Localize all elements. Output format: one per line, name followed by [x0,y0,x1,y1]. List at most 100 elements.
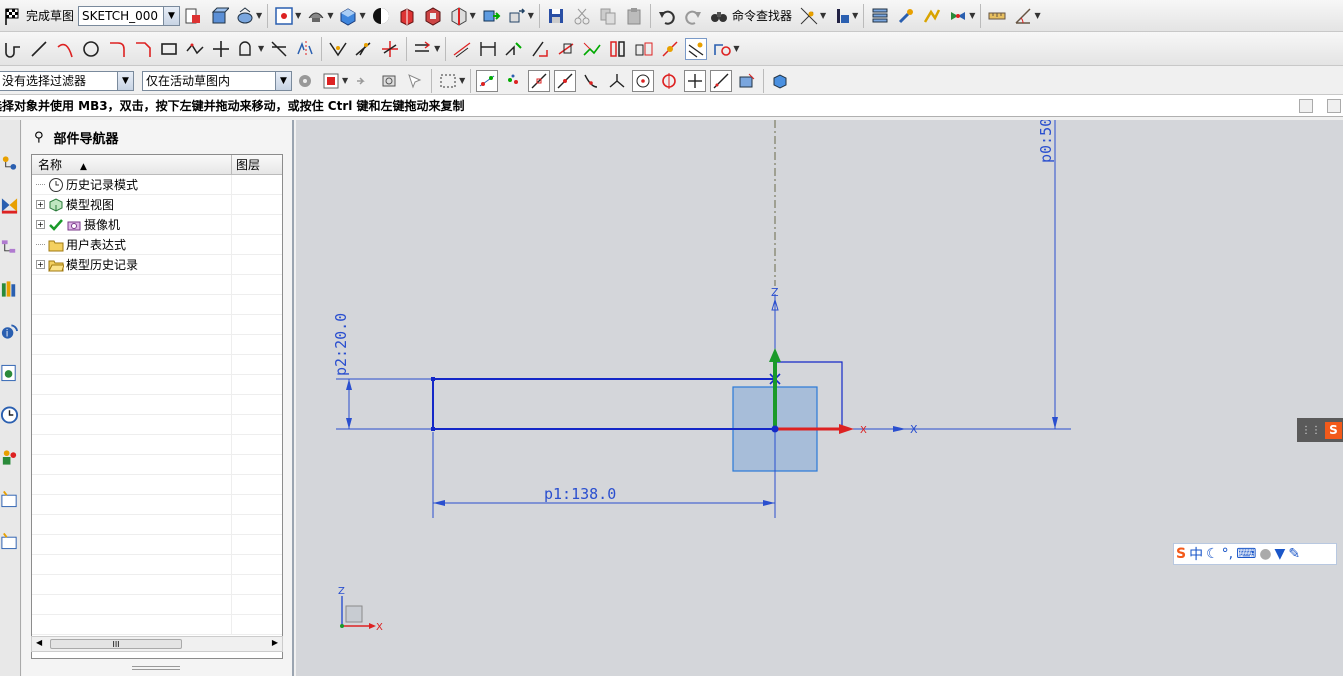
offset-curve-icon[interactable] [236,38,258,60]
scroll-left-icon[interactable]: ◀ [36,638,42,647]
snap-endpoint-icon[interactable] [476,69,499,92]
system-scene-icon[interactable] [0,484,19,514]
select-arrow-icon[interactable] [480,5,502,27]
sketch-orient-icon[interactable] [182,5,204,27]
animate-dimension-icon[interactable] [685,37,708,60]
graphics-window[interactable]: Z X X p1:138.0 p2:20.0 p0:500 Z X [296,120,1343,676]
dim-p2-text[interactable]: p2:20.0 [332,313,350,376]
snap-intersection-icon[interactable] [502,70,524,92]
make-corner-icon[interactable] [379,38,401,60]
skin-shirt-icon[interactable]: ▼ [1275,546,1286,562]
chevron-down-icon[interactable]: ▼ [163,6,180,25]
sketch-origin[interactable] [771,425,779,433]
section-view-icon[interactable] [396,5,418,27]
undo-icon[interactable] [656,5,678,27]
save-icon[interactable] [545,5,567,27]
clip-section-icon[interactable] [448,5,470,27]
derived-lines-icon[interactable] [412,38,434,60]
snap-point-on-curve-icon[interactable] [710,69,733,92]
snap-quadrant-icon[interactable] [606,70,628,92]
restore-cue-icon[interactable] [1327,99,1341,113]
history-palette-icon[interactable] [0,400,19,430]
chevron-down-icon[interactable]: ▼ [295,11,301,20]
vertex-top-left[interactable] [431,377,435,381]
finish-sketch-flag-icon[interactable] [2,5,24,27]
tree-node-history-mode[interactable]: 历史记录模式 [32,175,282,195]
line-icon[interactable] [28,38,50,60]
moon-icon[interactable]: ☾ [1206,546,1219,562]
command-finder-label[interactable]: 命令查找器 [732,7,792,24]
snap-point-icon[interactable] [798,5,820,27]
horizontal-scrollbar[interactable]: ◀ III ▶ [31,636,283,652]
scroll-thumb[interactable]: III [50,639,182,649]
mirror-icon[interactable] [294,38,316,60]
reset-filter-icon[interactable] [294,70,316,92]
fillet-icon[interactable] [106,38,128,60]
tree-node-user-expressions[interactable]: 用户表达式 [32,235,282,255]
arc-icon[interactable] [54,38,76,60]
reuse-library-icon[interactable] [0,274,19,304]
rotate-view-icon[interactable] [305,5,327,27]
minimize-cue-icon[interactable] [1299,99,1313,113]
chevron-down-icon[interactable]: ▼ [470,11,476,20]
tree-node-cameras[interactable]: + 摄像机 [32,215,282,235]
measure-distance-icon[interactable] [986,5,1008,27]
chevron-down-icon[interactable]: ▼ [1034,11,1040,20]
chevron-down-icon[interactable]: ▼ [434,44,440,53]
chevron-down-icon[interactable]: ▼ [820,11,826,20]
edit-section-icon[interactable] [422,5,444,27]
tree-node-model-history[interactable]: + 模型历史记录 [32,255,282,275]
chevron-down-icon[interactable]: ▼ [256,11,262,20]
reattach-icon[interactable] [208,5,230,27]
auto-constrain-icon[interactable] [529,38,551,60]
select-all-icon[interactable] [320,70,342,92]
panel-resize-grip[interactable] [132,666,180,670]
feature-select-icon[interactable] [378,70,400,92]
dim-p0-text[interactable]: p0:500 [1037,120,1055,163]
chevron-down-icon[interactable]: ▼ [969,11,975,20]
selection-filter-select[interactable]: 没有选择过滤器 ▼ [0,70,134,91]
quick-extend-icon[interactable] [353,38,375,60]
fit-view-icon[interactable] [273,5,295,27]
keyboard-icon[interactable]: ⌨ [1236,546,1256,562]
selection-intent-icon[interactable] [404,70,426,92]
layer-settings-icon[interactable] [869,5,891,27]
show-constraints-icon[interactable] [555,38,577,60]
info-icon[interactable] [830,5,852,27]
snap-tangent-icon[interactable] [554,69,577,92]
chevron-down-icon[interactable]: ▼ [459,76,465,85]
chevron-down-icon[interactable]: ▼ [852,11,858,20]
sketch-relations-icon[interactable] [711,38,733,60]
chevron-down-icon[interactable]: ▼ [733,44,739,53]
deselect-icon[interactable] [352,70,374,92]
column-layer-header[interactable]: 图层 [232,155,260,174]
constraint-navigator-icon[interactable] [0,190,19,220]
expand-icon[interactable]: + [36,260,45,269]
column-name-header[interactable]: 名称 ▲ [32,155,232,174]
shaded-cube-icon[interactable] [337,5,359,27]
sketch-name-select[interactable]: SKETCH_000 ▼ [78,5,181,26]
scroll-right-icon[interactable]: ▶ [272,638,278,647]
chevron-down-icon[interactable]: ▼ [528,11,534,20]
vertex-bottom-left[interactable] [431,427,435,431]
redo-icon[interactable] [682,5,704,27]
snap-point-on-surface-icon[interactable] [736,70,758,92]
expand-icon[interactable]: + [36,220,45,229]
analysis-icon[interactable] [921,5,943,27]
user-icon[interactable]: ● [1259,546,1271,562]
finish-sketch-label[interactable]: 完成草图 [26,7,74,24]
render-style-icon[interactable] [370,5,392,27]
snap-control-point-icon[interactable] [580,70,602,92]
convert-reference-icon[interactable] [633,38,655,60]
horizontal-dimension-icon[interactable] [477,38,499,60]
ime-side-tab[interactable]: ⋮⋮ S [1297,418,1343,442]
selection-scope-select[interactable]: 仅在活动草图内 ▼ [142,70,292,91]
snap-existing-point-icon[interactable] [684,69,707,92]
display-sketch-constraints-icon[interactable] [607,38,629,60]
punctuation-icon[interactable]: °, [1222,546,1233,562]
move-object-icon[interactable] [506,5,528,27]
hd3d-tools-icon[interactable]: i [0,316,19,346]
point-icon[interactable] [210,38,232,60]
chevron-down-icon[interactable]: ▼ [327,11,333,20]
polygon-icon[interactable] [184,38,206,60]
